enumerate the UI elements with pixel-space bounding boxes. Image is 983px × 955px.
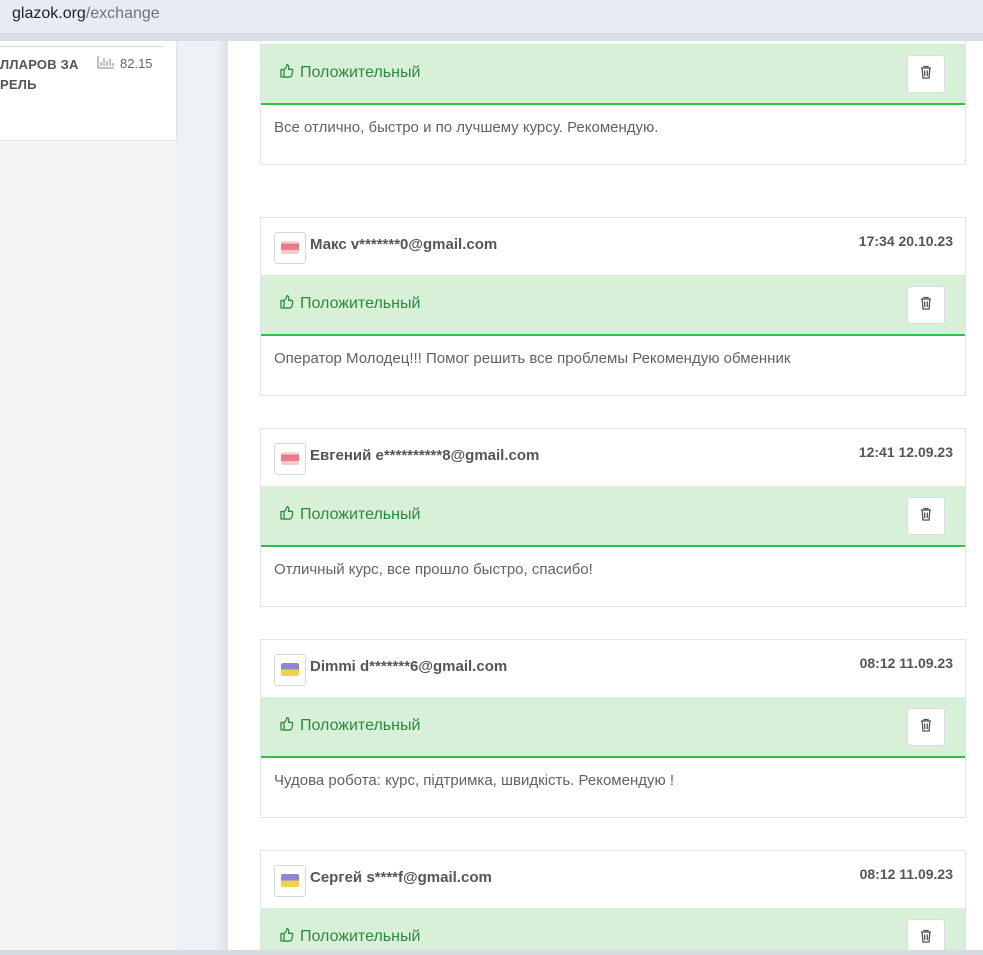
review-text-container: Отличный курс, все прошло быстро, спасиб… <box>261 547 965 606</box>
trash-icon <box>920 929 932 948</box>
review-status-bar: Положительный <box>261 44 965 105</box>
review-header: Сергей s****f@gmail.com 08:12 11.09.23 <box>261 851 965 908</box>
review-card: Положительный Все отлично, быстро и по л… <box>260 41 966 165</box>
address-bar[interactable]: glazok.org/exchange <box>0 0 983 34</box>
toolbar-divider <box>0 34 983 41</box>
review-header: Макс v*******0@gmail.com 17:34 20.10.23 <box>261 218 965 275</box>
review-card: Макс v*******0@gmail.com 17:34 20.10.23 … <box>260 217 966 396</box>
review-author: Сергей s****f@gmail.com <box>310 869 492 886</box>
rate-card[interactable]: ЛЛАРОВ ЗА РЕЛЬ 82.15 <box>0 41 177 141</box>
window-bottom-edge <box>0 950 983 955</box>
rate-stat: 82.15 <box>97 55 153 72</box>
flag-icon <box>274 232 306 264</box>
status-badge: Положительный <box>280 63 420 83</box>
sidebar: ЛЛАРОВ ЗА РЕЛЬ 82.15 <box>0 41 178 955</box>
review-time: 17:34 20.10.23 <box>858 233 953 249</box>
thumbs-up-icon <box>280 716 294 736</box>
status-label: Положительный <box>300 64 421 81</box>
review-header: Dimmi d*******6@gmail.com 08:12 11.09.23 <box>261 640 965 697</box>
delete-button[interactable] <box>907 919 945 950</box>
trash-icon <box>920 296 932 315</box>
url-path: /exchange <box>85 5 160 22</box>
review-status-bar: Положительный <box>261 697 965 758</box>
review-time: 08:12 11.09.23 <box>859 655 953 671</box>
panel-shadow <box>216 41 228 955</box>
url-host: glazok.org <box>12 5 86 22</box>
thumbs-up-icon <box>280 294 294 314</box>
review-time: 12:41 12.09.23 <box>858 444 953 460</box>
divider <box>0 46 164 47</box>
rate-value: 82.15 <box>120 56 153 71</box>
thumbs-up-icon <box>280 505 294 525</box>
url-text[interactable]: glazok.org/exchange <box>12 0 160 27</box>
flag-icon <box>274 443 306 475</box>
flag-icon <box>274 865 306 897</box>
trash-icon <box>920 507 932 526</box>
review-card: Dimmi d*******6@gmail.com 08:12 11.09.23… <box>260 639 966 818</box>
review-status-bar: Положительный <box>261 486 965 547</box>
rate-card-title: ЛЛАРОВ ЗА РЕЛЬ <box>0 57 79 92</box>
bar-chart-icon <box>97 55 115 72</box>
flag-icon <box>274 654 306 686</box>
delete-button[interactable] <box>907 286 945 324</box>
review-header: Евгений e**********8@gmail.com 12:41 12.… <box>261 429 965 486</box>
review-author: Макс v*******0@gmail.com <box>310 236 498 253</box>
delete-button[interactable] <box>907 708 945 746</box>
trash-icon <box>920 718 932 737</box>
status-label: Положительный <box>300 295 421 312</box>
review-text: Оператор Молодец!!! Помог решить все про… <box>274 350 791 367</box>
trash-icon <box>920 65 932 84</box>
status-badge: Положительный <box>280 294 420 314</box>
review-text-container: Чудова робота: курс, підтримка, швидкіст… <box>261 758 965 817</box>
review-status-bar: Положительный <box>261 275 965 336</box>
thumbs-up-icon <box>280 63 294 83</box>
review-author: Dimmi d*******6@gmail.com <box>310 658 508 675</box>
status-label: Положительный <box>300 506 421 523</box>
review-text: Чудова робота: курс, підтримка, швидкіст… <box>274 772 675 789</box>
review-text-container: Все отлично, быстро и по лучшему курсу. … <box>261 105 965 164</box>
status-label: Положительный <box>300 717 421 734</box>
delete-button[interactable] <box>907 55 945 93</box>
review-author: Евгений e**********8@gmail.com <box>310 447 540 464</box>
status-label: Положительный <box>300 928 421 945</box>
review-text-container: Оператор Молодец!!! Помог решить все про… <box>261 336 965 395</box>
status-badge: Положительный <box>280 927 420 947</box>
reviews-panel: Положительный Все отлично, быстро и по л… <box>228 41 983 950</box>
status-badge: Положительный <box>280 505 420 525</box>
delete-button[interactable] <box>907 497 945 535</box>
review-card: Сергей s****f@gmail.com 08:12 11.09.23 П… <box>260 850 966 950</box>
review-text: Отличный курс, все прошло быстро, спасиб… <box>274 561 593 578</box>
status-badge: Положительный <box>280 716 420 736</box>
review-card: Евгений e**********8@gmail.com 12:41 12.… <box>260 428 966 607</box>
thumbs-up-icon <box>280 927 294 947</box>
review-time: 08:12 11.09.23 <box>859 866 953 882</box>
review-text: Все отлично, быстро и по лучшему курсу. … <box>274 119 659 136</box>
review-status-bar: Положительный <box>261 908 965 950</box>
